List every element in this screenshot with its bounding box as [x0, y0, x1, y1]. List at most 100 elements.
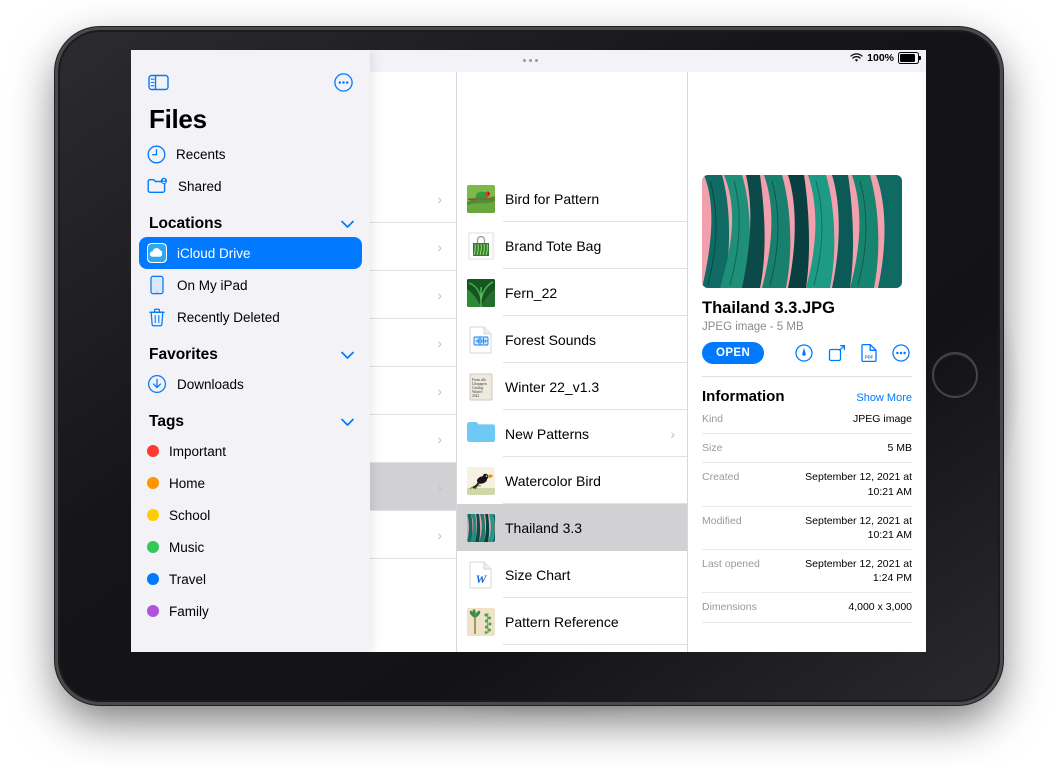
file-list-item[interactable]: Ferns alls Lilopapen Catalog Winter/2022 Win…: [457, 363, 687, 410]
sidebar-item-label: Travel: [169, 571, 207, 587]
file-list-item[interactable]: New Patterns ›: [457, 410, 687, 457]
tag-dot-icon: [147, 477, 159, 489]
sidebar-item-label: Family: [169, 603, 209, 619]
sidebar-item-recently-deleted[interactable]: Recently Deleted: [139, 301, 362, 333]
file-name-label: Forest Sounds: [505, 331, 597, 348]
information-key: Kind: [702, 413, 724, 425]
file-name-label: Pattern Reference: [505, 613, 619, 630]
sidebar-item-home[interactable]: Home: [139, 467, 362, 499]
file-list-item[interactable]: Forest Sounds: [457, 316, 687, 363]
detail-panel: Thailand 3.3.JPG JPEG image - 5 MB OPEN: [688, 175, 926, 623]
image-thumb-palm: [467, 607, 495, 636]
information-value: September 12, 2021 at 10:21 AM: [805, 471, 912, 498]
chevron-right-icon: ›: [437, 430, 442, 447]
sidebar-item-travel[interactable]: Travel: [139, 563, 362, 595]
markup-icon[interactable]: [795, 344, 813, 362]
shared-folder-icon: [147, 177, 168, 195]
wifi-icon: [850, 53, 863, 63]
sidebar-item-label: Recents: [176, 146, 226, 162]
battery-full-icon: [898, 52, 921, 64]
detail-column: Thailand 3.3.JPG JPEG image - 5 MB OPEN: [688, 72, 926, 652]
create-pdf-icon[interactable]: PDF: [861, 344, 877, 362]
image-thumb-bird: [467, 184, 495, 213]
battery-percent-label: 100%: [867, 52, 894, 64]
open-button[interactable]: OPEN: [702, 342, 765, 364]
file-list-column: Bird for Pattern Brand Tote Bag Fern_22 For…: [457, 72, 688, 652]
sidebar-item-on-my-ipad[interactable]: On My iPad: [139, 269, 362, 301]
file-list-item[interactable]: Bird for Pattern: [457, 175, 687, 222]
detail-actions: OPEN PDF: [702, 342, 910, 364]
file-list-item[interactable]: Thailand 3.3: [457, 504, 687, 551]
status-bar-right: 100%: [850, 52, 921, 64]
more-circle-icon[interactable]: [892, 344, 910, 362]
more-circle-icon[interactable]: [334, 73, 353, 92]
sidebar-item-label: Music: [169, 539, 205, 555]
file-name-label: Thailand 3.3: [505, 519, 583, 536]
sidebar-toggle-icon[interactable]: [148, 74, 169, 91]
chevron-right-icon: ›: [437, 478, 442, 495]
sidebar-item-downloads[interactable]: Downloads: [139, 368, 362, 400]
sidebar-item-important[interactable]: Important: [139, 435, 362, 467]
svg-text:W: W: [476, 572, 488, 586]
word-document-icon: W: [467, 560, 495, 589]
chevron-down-icon[interactable]: [341, 351, 354, 360]
detail-action-icons: PDF: [795, 344, 910, 362]
show-more-link[interactable]: Show More: [856, 392, 912, 404]
file-list-item[interactable]: Fern_22: [457, 269, 687, 316]
detail-file-name: Thailand 3.3.JPG: [702, 299, 835, 317]
file-list-item[interactable]: Brand Tote Bag: [457, 222, 687, 269]
sidebar-item-label: On My iPad: [177, 277, 248, 293]
sidebar-item-label: Downloads: [177, 376, 244, 392]
file-name-label: Bird for Pattern: [505, 190, 600, 207]
file-name-label: Fern_22: [505, 284, 558, 301]
information-value: September 12, 2021 at 1:24 PM: [805, 558, 912, 585]
trash-icon: [147, 307, 167, 327]
information-header: Information Show More: [702, 388, 912, 405]
multitask-handle-icon[interactable]: [523, 59, 538, 62]
sidebar-toolbar: [131, 50, 370, 96]
detail-file-subtitle: JPEG image - 5 MB: [702, 321, 804, 333]
file-list-item[interactable]: Watercolor Bird: [457, 457, 687, 504]
tag-dot-icon: [147, 541, 159, 553]
sidebar-item-recents[interactable]: Recents: [139, 138, 362, 170]
sidebar-item-school[interactable]: School: [139, 499, 362, 531]
information-key: Modified: [702, 514, 742, 527]
sidebar-section-header[interactable]: Locations: [149, 215, 354, 233]
sidebar-section-header[interactable]: Tags: [149, 413, 354, 431]
information-key: Size: [702, 442, 723, 455]
tag-dot-icon: [147, 605, 159, 617]
text-document-icon: Ferns alls Lilopapen Catalog Winter/2022: [467, 372, 495, 401]
folder-icon: [467, 419, 495, 448]
chevron-down-icon[interactable]: [341, 220, 354, 229]
sidebar-section-header[interactable]: Favorites: [149, 346, 354, 364]
sidebar-item-music[interactable]: Music: [139, 531, 362, 563]
information-table: Kind JPEG image Size 5 MB Created September 1…: [688, 405, 926, 623]
share-icon[interactable]: [828, 344, 846, 362]
sidebar-item-family[interactable]: Family: [139, 595, 362, 627]
download-icon: [147, 374, 167, 394]
sidebar-item-label: iCloud Drive: [177, 245, 251, 261]
chevron-down-icon[interactable]: [341, 418, 354, 427]
file-list-item[interactable]: W Size Chart: [457, 551, 687, 598]
information-row: Kind JPEG image: [702, 405, 912, 435]
information-row: Size 5 MB: [702, 434, 912, 464]
sidebar-item-icloud-drive[interactable]: iCloud Drive: [139, 237, 362, 269]
tropical-leaves-preview[interactable]: [702, 175, 902, 288]
information-row: Last opened September 12, 2021 at 1:24 PM: [702, 550, 912, 594]
information-value: 4,000 x 3,000: [848, 601, 912, 614]
sidebar-item-label: School: [169, 507, 211, 523]
tag-dot-icon: [147, 573, 159, 585]
information-row: Created September 12, 2021 at 10:21 AM: [702, 463, 912, 507]
sidebar-section-title: Tags: [149, 413, 185, 430]
home-button-ring[interactable]: [932, 352, 978, 398]
sidebar: Files Recents Shared Locations iCloud Dri…: [131, 50, 370, 652]
sidebar-item-shared[interactable]: Shared: [139, 170, 362, 202]
file-list-item[interactable]: Photo Shoot Locations›: [457, 645, 687, 652]
image-thumb-tote: [467, 231, 495, 260]
sidebar-item-label: Recently Deleted: [177, 309, 280, 325]
image-thumb-thailand: [467, 513, 495, 542]
information-value: September 12, 2021 at 10:21 AM: [805, 514, 912, 541]
file-name-label: Watercolor Bird: [505, 472, 601, 489]
file-list-item[interactable]: Pattern Reference: [457, 598, 687, 645]
chevron-right-icon: ›: [437, 334, 442, 351]
